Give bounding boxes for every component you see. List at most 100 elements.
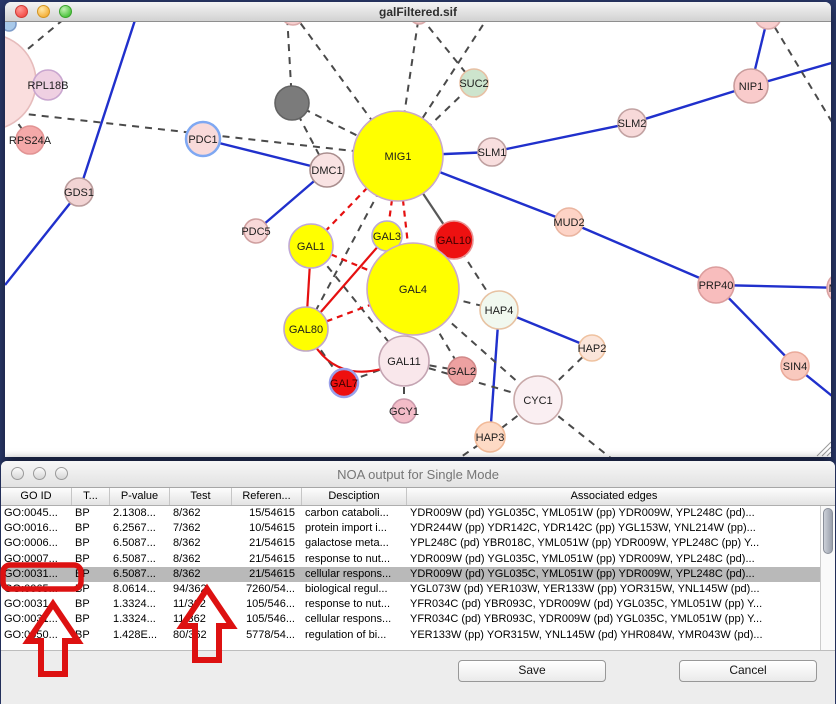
table-cell: 1.3324... — [110, 612, 170, 627]
node-label-HAP3: HAP3 — [476, 432, 505, 444]
table-cell: protein import i... — [302, 521, 407, 536]
table-cell: regulation of bi... — [302, 628, 407, 643]
node-label-HAP4: HAP4 — [485, 305, 514, 317]
node-label-DMC1: DMC1 — [311, 165, 342, 177]
table-cell: 11/362 — [170, 597, 232, 612]
node-label-SIN4: SIN4 — [783, 361, 807, 373]
table-row-6[interactable]: GO:0031...BP1.3324...11/362105/546...res… — [1, 597, 835, 612]
table-cell: GO:0050... — [1, 628, 72, 643]
table-cell: cellular respons... — [302, 612, 407, 627]
table-row-7[interactable]: GO:0031...BP1.3324...11/362105/546...cel… — [1, 612, 835, 627]
cancel-button[interactable]: Cancel — [679, 660, 817, 682]
node-label-GDS1: GDS1 — [64, 187, 94, 199]
node-label-SUC2: SUC2 — [459, 78, 488, 90]
table-cell: BP — [72, 582, 110, 597]
node-label-GAL1: GAL1 — [297, 241, 325, 253]
node-label-MIG1: MIG1 — [385, 151, 412, 163]
table-row-0[interactable]: GO:0045...BP2.1308...8/36215/54615carbon… — [1, 506, 835, 521]
table-row-4[interactable]: GO:0031...BP6.5087...8/36221/54615cellul… — [1, 567, 835, 582]
network-edge-pp[interactable] — [569, 222, 716, 285]
column-header-3[interactable]: Test — [170, 488, 232, 505]
column-header-2[interactable]: P-value — [110, 488, 170, 505]
network-node-TINYBLUE[interactable] — [5, 22, 16, 31]
network-window-title: galFiltered.sif — [5, 5, 831, 19]
table-cell: GO:0065... — [1, 582, 72, 597]
table-row-2[interactable]: GO:0006...BP6.5087...8/36221/54615galact… — [1, 536, 835, 551]
results-table-body: GO:0045...BP2.1308...8/36215/54615carbon… — [1, 506, 835, 651]
table-cell: 21/54615 — [232, 536, 302, 551]
table-cell: 8.0614... — [110, 582, 170, 597]
table-cell: 10/54615 — [232, 521, 302, 536]
table-cell: YGL073W (pd) YER103W, YER133W (pp) YOR31… — [407, 582, 821, 597]
node-label-MUD2: MUD2 — [553, 217, 584, 229]
noa-output-window: NOA output for Single Mode GO IDT...P-va… — [1, 461, 835, 704]
table-cell: BP — [72, 628, 110, 643]
table-cell: 21/54615 — [232, 552, 302, 567]
table-cell: response to nut... — [302, 597, 407, 612]
column-header-4[interactable]: Referen... — [232, 488, 302, 505]
network-edge-pd[interactable] — [768, 22, 831, 132]
resize-grip[interactable] — [827, 452, 831, 456]
table-row-1[interactable]: GO:0016...BP6.2567...7/36210/54615protei… — [1, 521, 835, 536]
table-cell: 105/546... — [232, 612, 302, 627]
table-cell: BP — [72, 536, 110, 551]
node-label-GCY1: GCY1 — [389, 406, 419, 418]
node-label-GAL7: GAL7 — [330, 378, 358, 390]
node-label-MSL1: MSL1 — [829, 283, 831, 295]
node-label-CYC1: CYC1 — [523, 395, 552, 407]
network-canvas[interactable]: RPL18BRPS24AGDS1PDC1PDC5DMC1MIG1SUC2SLM1… — [5, 22, 831, 457]
table-cell: 6.5087... — [110, 567, 170, 582]
resize-grip[interactable] — [822, 447, 831, 456]
table-cell: YDR009W (pd) YGL035C, YML051W (pp) YDR00… — [407, 552, 821, 567]
table-cell: 8/362 — [170, 552, 232, 567]
network-node-TR1[interactable] — [755, 22, 781, 29]
table-row-8[interactable]: GO:0050...BP1.428E...80/3625778/54...reg… — [1, 628, 835, 643]
network-edge-pp[interactable] — [632, 86, 751, 123]
node-label-GAL10: GAL10 — [437, 235, 471, 247]
network-window-titlebar[interactable]: galFiltered.sif — [5, 2, 831, 22]
node-label-RPS24A: RPS24A — [9, 135, 52, 147]
column-header-6[interactable]: Associated edges — [407, 488, 821, 505]
node-label-RPL18B: RPL18B — [28, 80, 69, 92]
node-label-GAL80: GAL80 — [289, 324, 323, 336]
table-cell: BP — [72, 521, 110, 536]
table-cell: GO:0016... — [1, 521, 72, 536]
table-cell: YDR009W (pd) YGL035C, YML051W (pp) YDR00… — [407, 506, 821, 521]
results-table-header: GO IDT...P-valueTestReferen...Desciption… — [1, 488, 835, 506]
node-label-HAP2: HAP2 — [578, 343, 607, 355]
network-edge-pp[interactable] — [492, 123, 632, 152]
network-edge-pp[interactable] — [203, 139, 327, 170]
column-header-5[interactable]: Desciption — [302, 488, 407, 505]
network-node-TC2[interactable] — [410, 22, 428, 24]
table-cell: 94/362 — [170, 582, 232, 597]
scrollbar-thumb[interactable] — [823, 508, 833, 554]
table-cell: biological regul... — [302, 582, 407, 597]
node-label-PDC5: PDC5 — [241, 226, 270, 238]
table-cell: YDR009W (pd) YGL035C, YML051W (pp) YDR00… — [407, 567, 821, 582]
table-cell: 7260/54... — [232, 582, 302, 597]
column-header-1[interactable]: T... — [72, 488, 110, 505]
noa-window-title: NOA output for Single Mode — [1, 467, 835, 482]
table-row-5[interactable]: GO:0065...BP8.0614...94/3627260/54...bio… — [1, 582, 835, 597]
table-cell: YER133W (pp) YOR315W, YNL145W (pd) YHR08… — [407, 628, 821, 643]
table-cell: 15/54615 — [232, 506, 302, 521]
table-cell: BP — [72, 506, 110, 521]
table-cell: 1.3324... — [110, 597, 170, 612]
node-label-PDC1: PDC1 — [188, 134, 217, 146]
table-row-3[interactable]: GO:0007...BP6.5087...8/36221/54615respon… — [1, 552, 835, 567]
table-cell: 6.5087... — [110, 536, 170, 551]
table-cell: 7/362 — [170, 521, 232, 536]
table-cell: GO:0031... — [1, 567, 72, 582]
network-edge-pp[interactable] — [79, 22, 137, 192]
table-cell: 80/362 — [170, 628, 232, 643]
noa-window-titlebar[interactable]: NOA output for Single Mode — [1, 461, 835, 488]
network-node-GRAY1[interactable] — [275, 86, 309, 120]
table-cell: GO:0045... — [1, 506, 72, 521]
table-cell: carbon cataboli... — [302, 506, 407, 521]
network-edge-pp[interactable] — [5, 192, 79, 285]
save-button[interactable]: Save — [458, 660, 606, 682]
vertical-scrollbar[interactable] — [820, 506, 835, 650]
table-cell: YFR034C (pd) YBR093C, YDR009W (pd) YGL03… — [407, 612, 821, 627]
column-header-0[interactable]: GO ID — [1, 488, 72, 505]
table-cell: 11/362 — [170, 612, 232, 627]
